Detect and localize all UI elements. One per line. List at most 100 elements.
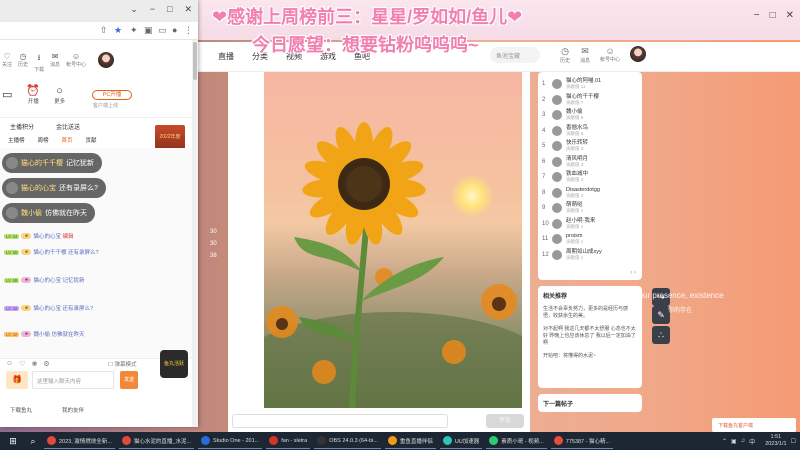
history-button[interactable]: ◷ 历史 bbox=[560, 46, 570, 64]
send-button[interactable]: 发送 bbox=[120, 371, 138, 389]
rank-contribution: 贡献值 2 bbox=[566, 177, 584, 182]
related-recommendations: 相关推荐 生活不会辜负努力，更多的是经历与感悟，收获余生的美。 对不起啊 我这几… bbox=[538, 286, 642, 388]
start-stream-button[interactable]: ⏰ 开播 bbox=[26, 84, 40, 105]
site-search-input[interactable]: 鱼池宝藏 bbox=[490, 47, 540, 63]
taskbar-app-item[interactable]: 775387 - 猫心精... bbox=[550, 433, 614, 449]
network-icon[interactable]: ▣ bbox=[731, 438, 737, 445]
table-row[interactable]: 6 清风明月 贡献值 3 bbox=[542, 156, 640, 168]
avatar bbox=[552, 249, 562, 260]
tab-weekly[interactable]: 周榜 bbox=[38, 136, 49, 144]
chevron-up-icon[interactable]: ⌃ bbox=[722, 438, 727, 445]
table-row[interactable]: 4 香翘水鸟 贡献值 5 bbox=[542, 125, 640, 137]
table-row[interactable]: 2 猫心的千千樱 贡献值 7 bbox=[542, 94, 640, 106]
download-button[interactable]: ⭳ 下载 bbox=[34, 52, 44, 73]
taskbar-app-item[interactable]: Studio One - 201... bbox=[198, 433, 263, 449]
chat-input[interactable]: 这里输入聊天内容 bbox=[32, 371, 114, 389]
rank-contribution: 贡献值 6 bbox=[566, 115, 584, 120]
taskbar-app-item[interactable]: 猫心水泥的直播_水泥... bbox=[118, 433, 195, 449]
rank-number: 6 bbox=[542, 158, 546, 165]
taskbar-app-item[interactable]: fan - sletra bbox=[266, 433, 311, 449]
tab-gold[interactable]: 金比送送 bbox=[56, 122, 80, 131]
alarm-icon: ⏰ bbox=[26, 85, 41, 97]
gift-box-icon[interactable]: 🎁 bbox=[6, 371, 28, 389]
comment-button[interactable]: 评论 bbox=[486, 414, 524, 428]
ime-icon[interactable]: 中 bbox=[749, 437, 755, 446]
windows-start-icon[interactable]: ⊞ bbox=[6, 434, 20, 448]
account-button[interactable]: ☺ 帐号中心 bbox=[600, 46, 620, 64]
close-icon[interactable]: ✕ bbox=[184, 4, 192, 15]
placeholder-action[interactable]: ▭ bbox=[2, 88, 12, 101]
address-bar[interactable]: ⇧ ★ ✦ ▣ ▭ ● ⋮ bbox=[0, 22, 198, 40]
gift-icon[interactable]: ❀ bbox=[31, 360, 37, 368]
footer-link-friends[interactable]: 我的友伴 bbox=[62, 406, 84, 414]
overlay-thanks-text: ❤感谢上周榜前三：星星/罗如如/鱼儿❤ bbox=[212, 7, 523, 27]
minimize-icon[interactable]: − bbox=[150, 4, 155, 15]
network-icon[interactable]: ∴ bbox=[652, 326, 670, 344]
window-icon[interactable]: ▭ bbox=[158, 25, 167, 36]
fan-badge-icon[interactable]: ♡ bbox=[19, 360, 25, 368]
follow-button[interactable]: ♡ 关注 bbox=[2, 52, 12, 73]
table-row[interactable]: 10 赵小明·我来 贡献值 1 bbox=[542, 218, 640, 230]
footer-link-download[interactable]: 下载鱼丸 bbox=[10, 406, 32, 414]
tab-home[interactable]: 首页 bbox=[62, 136, 73, 144]
table-row[interactable]: 12 周期如山成xyy 贡献值 1 bbox=[542, 249, 640, 261]
heart-icon: ♡ bbox=[3, 52, 11, 61]
maximize-icon[interactable]: □ bbox=[167, 4, 172, 15]
nav-live[interactable]: 直播 bbox=[218, 51, 234, 62]
avatar[interactable] bbox=[98, 52, 115, 68]
messages-button[interactable]: ✉ 消息 bbox=[50, 52, 60, 73]
pagination-arrows[interactable]: ‹ › bbox=[630, 270, 636, 276]
profile-icon[interactable]: ● bbox=[172, 25, 177, 35]
download-client-tip[interactable]: 下载鱼丸客户端 bbox=[712, 418, 796, 432]
settings-icon[interactable]: ⚙ bbox=[43, 360, 49, 368]
comment-input[interactable] bbox=[232, 414, 448, 428]
chevron-down-icon[interactable]: ⌄ bbox=[130, 4, 138, 15]
extension-icon[interactable]: ✦ bbox=[130, 25, 138, 36]
table-row[interactable]: 5 快乐转转 贡献值 3 bbox=[542, 140, 640, 152]
app-icon bbox=[121, 436, 131, 445]
taskbar-app-item[interactable]: UU加速器 bbox=[439, 433, 483, 449]
scrollbar-thumb[interactable] bbox=[193, 42, 197, 80]
table-row[interactable]: 1 猫心的阿喵.01 贡献值 11 bbox=[542, 78, 640, 90]
taskbar-app-item[interactable]: 2023, 激情燃烧全新... bbox=[44, 433, 115, 449]
emoji-icon[interactable]: ☺ bbox=[6, 360, 13, 368]
system-clock[interactable]: 1:51 2023/1/1 bbox=[765, 434, 786, 448]
maximize-icon[interactable]: □ bbox=[770, 10, 776, 21]
taskbar-app-item[interactable]: OBS 24.0.3 (64-bi... bbox=[314, 433, 381, 449]
table-row[interactable]: 7 铁血减中 贡献值 2 bbox=[542, 171, 640, 183]
pc-stream-button[interactable]: PC开播 bbox=[92, 90, 132, 100]
avatar bbox=[6, 157, 18, 169]
minimize-icon[interactable]: − bbox=[754, 10, 760, 21]
more-button[interactable]: ○ 更多 bbox=[54, 85, 65, 105]
scrollbar[interactable] bbox=[192, 40, 198, 427]
volume-icon[interactable]: ♫ bbox=[741, 438, 746, 444]
search-icon[interactable]: ⌕ bbox=[26, 434, 40, 448]
table-row[interactable]: 11 proism 贡献值 1 bbox=[542, 233, 640, 245]
messages-button[interactable]: ✉ 消息 bbox=[580, 46, 590, 64]
sidebar-icon[interactable]: ▣ bbox=[144, 25, 153, 36]
taskbar-app-item[interactable]: 素质小哥 - 视频... bbox=[486, 433, 547, 449]
share-icon[interactable]: ⇧ bbox=[100, 25, 108, 36]
rank-contribution: 贡献值 3 bbox=[566, 161, 584, 167]
next-post-link[interactable]: 下一篇帖子 bbox=[538, 394, 642, 412]
badge: ★ bbox=[21, 277, 32, 283]
close-icon[interactable]: ✕ bbox=[786, 10, 794, 21]
table-row[interactable]: 9 萌萌哒 贡献值 1 bbox=[542, 202, 640, 214]
tab-contrib[interactable]: 贡献 bbox=[86, 136, 97, 144]
rank-contribution: 贡献值 11 bbox=[566, 84, 586, 89]
history-button[interactable]: ◷ 历史 bbox=[18, 52, 28, 73]
star-icon[interactable]: ★ bbox=[114, 25, 122, 36]
avatar[interactable] bbox=[630, 46, 647, 62]
table-row[interactable]: 8 Disasterdotgg 贡献值 2 bbox=[542, 187, 640, 199]
activity-mascot[interactable]: 鱼丸活跃 bbox=[160, 350, 188, 378]
tab-anchor-rank[interactable]: 主播榜 bbox=[8, 136, 25, 144]
danmaku-mode-checkbox[interactable]: ☐ 弹幕模式 bbox=[108, 360, 136, 368]
table-row[interactable]: 3 魏小偷 贡献值 6 bbox=[542, 109, 640, 121]
notification-icon[interactable]: ☐ bbox=[791, 438, 796, 445]
taskbar-app-item[interactable]: 重鱼直播伴侣 bbox=[384, 433, 436, 449]
account-button[interactable]: ☺ 帐号中心 bbox=[66, 52, 86, 73]
badge: ★ bbox=[21, 331, 32, 337]
tab-score[interactable]: 主播积分 bbox=[10, 122, 34, 131]
app-icon bbox=[387, 436, 397, 445]
menu-icon[interactable]: ⋮ bbox=[184, 25, 193, 36]
